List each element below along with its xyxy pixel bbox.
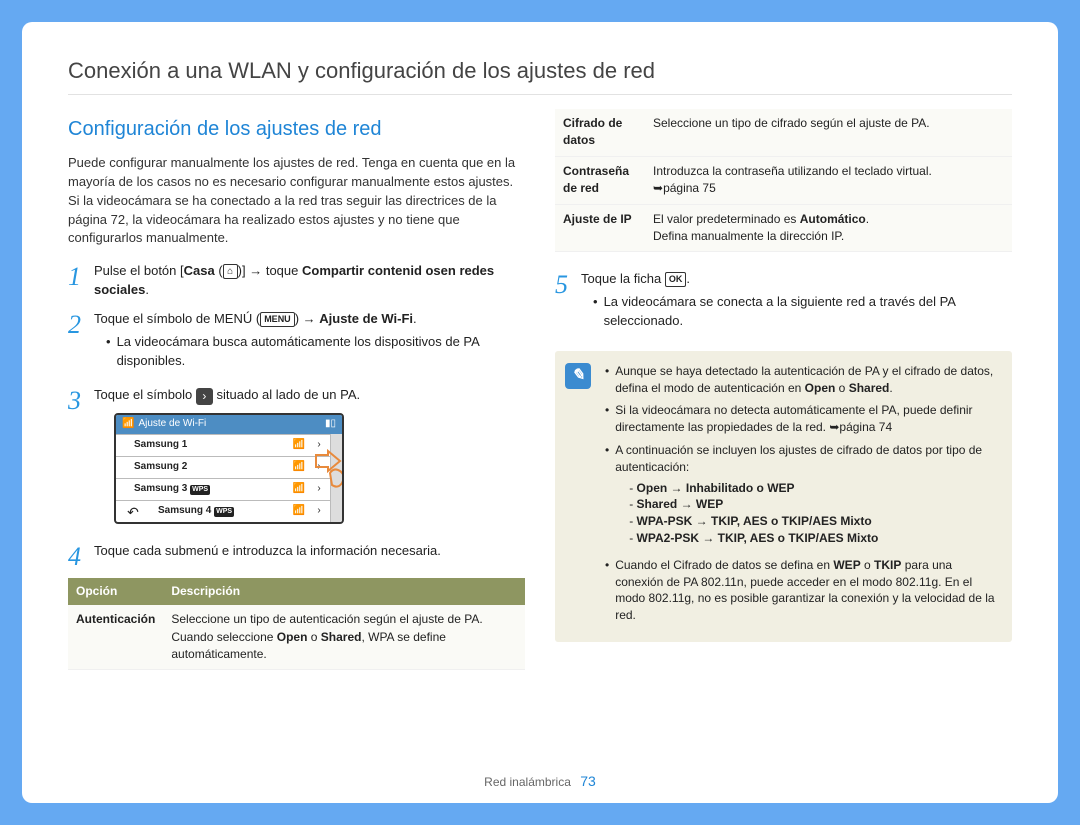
step-1: 1 Pulse el botón [Casa (⌂)] → toque Comp… bbox=[68, 262, 525, 300]
table-row: Contraseña de red Introduzca la contrase… bbox=[555, 156, 1012, 204]
wifi-signal-icon: 📶 bbox=[290, 482, 308, 497]
step-4: 4 Toque cada submenú e introduzca la inf… bbox=[68, 542, 525, 570]
device-header: 📶Ajuste de Wi-Fi ▮▯ bbox=[116, 415, 342, 434]
options-table-cont: Cifrado de datos Seleccione un tipo de c… bbox=[555, 109, 1012, 252]
table-row: Ajuste de IP El valor predeterminado es … bbox=[555, 204, 1012, 252]
note-item: Si la videocámara no detecta automáticam… bbox=[605, 402, 998, 436]
device-row: Samsung 4 WPS 📶 › bbox=[150, 500, 330, 522]
battery-icon: ▮▯ bbox=[325, 417, 336, 432]
step-2: 2 Toque el símbolo de MENÚ (MENU) → Ajus… bbox=[68, 310, 525, 377]
note-item: Aunque se haya detectado la autenticació… bbox=[605, 363, 998, 397]
th-option: Opción bbox=[68, 578, 163, 605]
left-column: Configuración de los ajustes de red Pued… bbox=[68, 109, 525, 670]
tap-hand-icon bbox=[310, 449, 344, 493]
step-number: 2 bbox=[68, 310, 94, 377]
step-number: 3 bbox=[68, 386, 94, 531]
device-row: Samsung 1 📶 › bbox=[116, 434, 330, 456]
note-item: Cuando el Cifrado de datos se defina en … bbox=[605, 557, 998, 624]
table-row: Autenticación Seleccione un tipo de aute… bbox=[68, 605, 525, 670]
step-5-sub: La videocámara se conecta a la siguiente… bbox=[593, 293, 1012, 331]
intro-text: Puede configurar manualmente los ajustes… bbox=[68, 154, 525, 248]
ok-icon: OK bbox=[665, 272, 687, 287]
wifi-signal-icon: 📶 bbox=[290, 460, 308, 475]
step-3: 3 Toque el símbolo › situado al lado de … bbox=[68, 386, 525, 531]
step-number: 1 bbox=[68, 262, 94, 300]
wifi-signal-icon: 📶 bbox=[290, 438, 308, 453]
section-title: Configuración de los ajustes de red bbox=[68, 115, 525, 144]
page-number: 73 bbox=[580, 773, 596, 789]
separator bbox=[68, 94, 1012, 95]
options-table: Opción Descripción Autenticación Selecci… bbox=[68, 578, 525, 671]
step-5: 5 Toque la ficha OK. La videocámara se c… bbox=[555, 270, 1012, 337]
step-number: 4 bbox=[68, 542, 94, 570]
right-column: Cifrado de datos Seleccione un tipo de c… bbox=[555, 109, 1012, 670]
page-title: Conexión a una WLAN y configuración de l… bbox=[68, 58, 1012, 84]
step-number: 5 bbox=[555, 270, 581, 337]
step-2-sub: La videocámara busca automáticamente los… bbox=[106, 333, 525, 371]
th-description: Descripción bbox=[163, 578, 525, 605]
note-icon: ✎ bbox=[565, 363, 591, 389]
device-row: Samsung 2 📶 › bbox=[116, 456, 330, 478]
manual-page: Conexión a una WLAN y configuración de l… bbox=[22, 22, 1058, 803]
wifi-signal-icon: 📶 bbox=[290, 504, 308, 519]
page-footer: Red inalámbrica 73 bbox=[22, 773, 1058, 789]
table-row: Cifrado de datos Seleccione un tipo de c… bbox=[555, 109, 1012, 156]
columns: Configuración de los ajustes de red Pued… bbox=[68, 109, 1012, 670]
device-row: Samsung 3 WPS 📶 › bbox=[116, 478, 330, 500]
menu-icon: MENU bbox=[260, 312, 295, 327]
note-item: A continuación se incluyen los ajustes d… bbox=[605, 442, 998, 551]
back-icon: ↶ bbox=[116, 500, 150, 522]
row-arrow-icon: › bbox=[308, 504, 330, 519]
next-arrow-icon: › bbox=[196, 388, 213, 405]
note-box: ✎ Aunque se haya detectado la autenticac… bbox=[555, 351, 1012, 642]
home-icon: ⌂ bbox=[223, 264, 238, 279]
footer-section: Red inalámbrica bbox=[484, 775, 571, 789]
wifi-header-icon: 📶 bbox=[122, 417, 134, 432]
device-screenshot: 📶Ajuste de Wi-Fi ▮▯ Samsung 1 📶 › bbox=[114, 413, 344, 524]
cipher-list: Open → Inhabilitado o WEP Shared → WEP W… bbox=[629, 480, 998, 547]
